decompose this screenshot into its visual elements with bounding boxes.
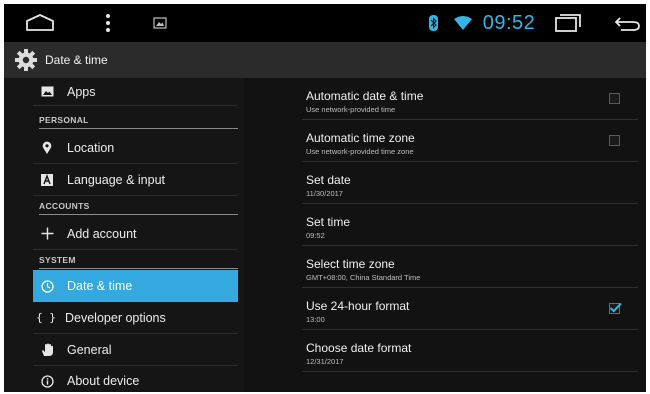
section-header-accounts: ACCOUNTS: [39, 201, 238, 215]
sidebar-item-add-account[interactable]: Add account: [33, 218, 238, 250]
pref-title: Automatic date & time: [306, 89, 424, 103]
action-bar: Date & time: [4, 42, 646, 78]
page-title: Date & time: [45, 53, 108, 67]
sidebar-item-label: Date & time: [67, 279, 133, 293]
settings-sidebar: Apps PERSONAL Location Language & input …: [4, 78, 244, 392]
pref-title: Automatic time zone: [306, 131, 415, 145]
section-header-system: SYSTEM: [39, 255, 238, 269]
pref-select-time-zone[interactable]: Select time zone GMT+08:00, China Standa…: [302, 246, 638, 288]
apps-icon: [39, 84, 55, 100]
automatic-time-zone-checkbox[interactable]: [609, 135, 620, 146]
sidebar-item-language[interactable]: Language & input: [33, 164, 238, 196]
status-bar: 09:52: [4, 4, 646, 42]
pref-choose-date-format[interactable]: Choose date format 12/31/2017: [302, 330, 638, 372]
pref-summary: 09:52: [306, 231, 325, 240]
screen: 09:52 Date & time Apps PERSONAL Location…: [4, 4, 646, 392]
location-pin-icon: [39, 140, 55, 156]
sidebar-item-label: Language & input: [67, 172, 166, 187]
sidebar-item-location[interactable]: Location: [33, 132, 238, 164]
pref-summary: Use network-provided time: [306, 105, 396, 114]
pref-set-time[interactable]: Set time 09:52: [302, 204, 638, 246]
keyboard-a-icon: [39, 172, 55, 188]
sidebar-item-general[interactable]: General: [33, 334, 238, 366]
sidebar-item-label: About device: [67, 374, 140, 388]
info-icon: [39, 373, 55, 389]
pref-title: Select time zone: [306, 257, 395, 271]
pref-summary: 13:00: [306, 315, 325, 324]
sidebar-item-label: General: [67, 342, 112, 357]
sidebar-item-apps[interactable]: Apps: [33, 78, 238, 106]
pref-summary: Use network-provided time zone: [306, 147, 414, 156]
section-header-personal: PERSONAL: [39, 115, 238, 129]
sidebar-item-label: Add account: [67, 226, 137, 241]
pref-title: Set time: [306, 215, 351, 229]
bluetooth-icon: [426, 4, 440, 42]
sidebar-item-about-device[interactable]: About device: [33, 366, 238, 392]
pref-use-24-hour-format[interactable]: Use 24-hour format 13:00: [302, 288, 638, 330]
date-time-preferences: Automatic date & time Use network-provid…: [294, 78, 646, 392]
status-clock: 09:52: [482, 11, 536, 34]
settings-gear-icon[interactable]: [13, 47, 39, 73]
pref-automatic-date-time[interactable]: Automatic date & time Use network-provid…: [302, 78, 638, 120]
pref-automatic-time-zone[interactable]: Automatic time zone Use network-provided…: [302, 120, 638, 162]
back-icon[interactable]: [612, 4, 642, 42]
pref-summary: 12/31/2017: [306, 357, 344, 366]
sidebar-item-developer-options[interactable]: { } Developer options: [33, 302, 238, 334]
pref-set-date[interactable]: Set date 11/30/2017: [302, 162, 638, 204]
recent-apps-icon[interactable]: [550, 4, 586, 42]
pref-title: Set date: [306, 173, 351, 187]
automatic-date-time-checkbox[interactable]: [609, 93, 620, 104]
overflow-menu-icon[interactable]: [100, 4, 116, 42]
sidebar-item-label: Location: [67, 140, 115, 155]
sidebar-item-label: Developer options: [65, 310, 166, 325]
pref-summary: GMT+08:00, China Standard Time: [306, 273, 421, 282]
use-24-hour-format-checkbox[interactable]: [609, 302, 622, 314]
checkmark-icon: [609, 302, 622, 313]
clock-icon: [39, 278, 55, 294]
pref-title: Use 24-hour format: [306, 299, 410, 313]
wifi-icon: [450, 4, 476, 42]
pref-summary: 11/30/2017: [306, 189, 343, 198]
hand-icon: [39, 342, 55, 358]
pref-title: Choose date format: [306, 341, 412, 355]
sidebar-item-label: Apps: [67, 84, 96, 99]
braces-icon: { }: [36, 311, 56, 324]
plus-icon: [39, 226, 55, 242]
home-icon[interactable]: [20, 4, 60, 42]
gallery-icon[interactable]: [150, 4, 170, 42]
sidebar-item-date-time[interactable]: Date & time: [33, 270, 238, 302]
